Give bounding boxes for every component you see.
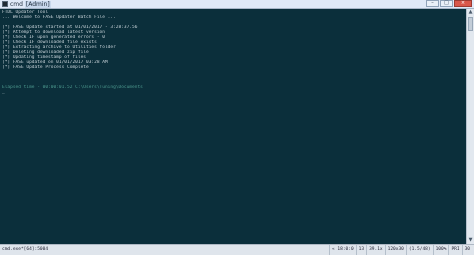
window-title: cmd [Admin] bbox=[10, 0, 51, 9]
window-controls: – □ × bbox=[425, 0, 472, 8]
scroll-up-icon[interactable]: ▲ bbox=[468, 10, 473, 15]
status-bar: cmd.exe*[64]:5004 « 18:0:0 13 39.1x 120x… bbox=[0, 244, 474, 255]
status-segment: 13 bbox=[355, 245, 366, 255]
title-bar[interactable]: cmd [Admin] – □ × bbox=[0, 0, 474, 9]
status-segment: 30 bbox=[461, 245, 472, 255]
status-segment: « 18:0:0 bbox=[328, 245, 356, 255]
title-prefix: cmd bbox=[10, 1, 23, 8]
text-cursor[interactable]: _ bbox=[2, 90, 464, 95]
status-segment: 120x30 bbox=[384, 245, 406, 255]
scroll-down-icon[interactable]: ▼ bbox=[468, 238, 473, 243]
status-segments: « 18:0:0 13 39.1x 120x30 (1.5/48) 100% P… bbox=[328, 245, 472, 255]
status-process: cmd.exe*[64]:5004 bbox=[2, 247, 49, 252]
status-segment: 100% bbox=[432, 245, 449, 255]
vertical-scrollbar[interactable]: ▲ ▼ bbox=[466, 9, 474, 244]
minimize-button[interactable]: – bbox=[426, 0, 439, 7]
status-segment: (1.5/48) bbox=[405, 245, 433, 255]
close-button[interactable]: × bbox=[454, 0, 472, 7]
scrollbar-thumb[interactable] bbox=[468, 17, 473, 31]
maximize-button[interactable]: □ bbox=[440, 0, 453, 7]
console-output[interactable]: FTDL Updater Tool ... Welcome to FASE Up… bbox=[0, 9, 466, 244]
title-admin-tag: [Admin] bbox=[24, 1, 51, 8]
console-icon bbox=[2, 1, 8, 7]
status-segment: PRI bbox=[448, 245, 461, 255]
status-segment: 39.1x bbox=[366, 245, 385, 255]
